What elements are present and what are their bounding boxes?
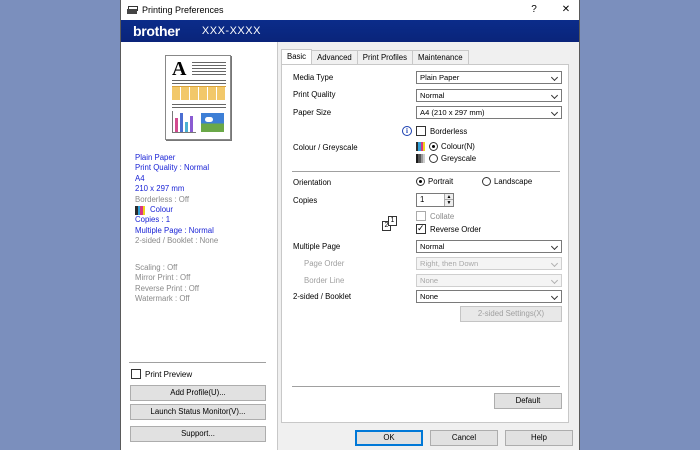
print-preview-label: Print Preview: [145, 369, 193, 379]
reverse-order-checkbox[interactable]: Reverse Order: [416, 223, 482, 234]
colour-option-icon: [416, 142, 425, 151]
landscape-radio[interactable]: Landscape: [482, 177, 532, 186]
reverse-order-box[interactable]: [416, 223, 426, 234]
landscape-label: Landscape: [494, 177, 533, 186]
launch-status-monitor-button[interactable]: Launch Status Monitor(V)...: [130, 404, 266, 420]
tab-strip: Basic Advanced Print Profiles Maintenanc…: [281, 49, 469, 64]
greyscale-radio[interactable]: Greyscale: [416, 154, 476, 163]
paper-size-select[interactable]: A4 (210 x 297 mm): [416, 106, 562, 119]
summary-twosided: 2-sided / Booklet : None: [135, 236, 219, 246]
window-title: Printing Preferences: [142, 5, 224, 15]
help-title-button[interactable]: ?: [519, 0, 549, 20]
close-button[interactable]: ✕: [551, 0, 581, 20]
add-profile-button[interactable]: Add Profile(U)...: [130, 385, 266, 401]
print-quality-label: Print Quality: [293, 90, 336, 99]
summary-mirror: Mirror Print : Off: [135, 273, 191, 283]
summary-dims: 210 x 297 mm: [135, 184, 185, 194]
twosided-label: 2-sided / Booklet: [293, 292, 352, 301]
preview-pane: A Plain Paper Print Quality : Normal A4: [121, 42, 278, 450]
printing-preferences-dialog: Printing Preferences ? ✕ brother XXX-XXX…: [120, 0, 580, 450]
preview-chart-icon: [172, 111, 196, 133]
section-divider: [292, 171, 560, 172]
portrait-radio-button[interactable]: [416, 177, 425, 186]
page-preview: A: [165, 55, 231, 140]
summary-multiple: Multiple Page : Normal: [135, 225, 214, 235]
summary-borderless: Borderless : Off: [135, 194, 190, 204]
printer-model: XXX-XXXX: [201, 25, 261, 37]
colour-icon: [135, 205, 145, 215]
collate-label: Collate: [430, 211, 455, 221]
reverse-order-icon: 21: [382, 216, 398, 232]
summary-colour: Colour: [150, 205, 173, 215]
help-button[interactable]: Help: [505, 430, 573, 446]
preview-table-icon: [172, 86, 226, 100]
colour-option-label: Colour(N): [441, 142, 475, 151]
borderless-label: Borderless: [430, 126, 468, 136]
summary-quality: Print Quality : Normal: [135, 163, 210, 173]
media-type-select[interactable]: Plain Paper: [416, 71, 562, 84]
summary-reverse: Reverse Print : Off: [135, 283, 199, 293]
borderless-checkbox[interactable]: Borderless: [416, 126, 467, 136]
collate-box[interactable]: [416, 211, 426, 221]
brand-logo: brother: [133, 23, 180, 39]
default-button[interactable]: Default: [494, 393, 562, 409]
tab-advanced[interactable]: Advanced: [311, 50, 358, 64]
twosided-settings-button[interactable]: 2-sided Settings(X): [460, 306, 562, 322]
portrait-label: Portrait: [428, 177, 454, 186]
landscape-radio-button[interactable]: [482, 177, 491, 186]
left-divider: [129, 362, 266, 363]
settings-summary: Plain Paper Print Quality : Normal A4 21…: [135, 153, 218, 247]
tab-print-profiles[interactable]: Print Profiles: [356, 50, 413, 64]
summary-watermark: Watermark : Off: [135, 294, 190, 304]
multiple-page-select[interactable]: Normal: [416, 240, 562, 253]
bottom-divider: [292, 386, 560, 387]
summary-size: A4: [135, 173, 145, 183]
border-line-select[interactable]: None: [416, 274, 562, 287]
title-bar: Printing Preferences ? ✕: [121, 0, 579, 20]
greyscale-option-icon: [416, 154, 425, 163]
media-type-label: Media Type: [293, 73, 334, 82]
greyscale-option-label: Greyscale: [441, 154, 477, 163]
copies-label: Copies: [293, 196, 318, 205]
colour-greyscale-label: Colour / Greyscale: [293, 143, 358, 152]
print-preview-box[interactable]: [131, 369, 141, 379]
colour-radio-button[interactable]: [429, 142, 438, 151]
portrait-radio[interactable]: Portrait: [416, 177, 453, 186]
twosided-select[interactable]: None: [416, 290, 562, 303]
basic-tab-panel: Media Type Plain Paper Print Quality Nor…: [281, 64, 569, 423]
print-quality-select[interactable]: Normal: [416, 89, 562, 102]
preview-photo-icon: [201, 113, 224, 132]
page-order-label: Page Order: [304, 259, 345, 268]
brand-banner: brother XXX-XXXX: [121, 20, 579, 42]
copies-value: 1: [420, 195, 425, 204]
info-icon[interactable]: i: [402, 126, 412, 136]
copies-down-arrow-icon[interactable]: ▼: [445, 200, 453, 206]
reverse-order-label: Reverse Order: [430, 224, 482, 234]
border-line-label: Border Line: [304, 276, 345, 285]
tab-basic[interactable]: Basic: [281, 49, 313, 64]
collate-checkbox[interactable]: Collate: [416, 211, 454, 221]
page-order-select[interactable]: Right, then Down: [416, 257, 562, 270]
printer-icon: [127, 6, 138, 14]
print-preview-checkbox[interactable]: Print Preview: [131, 369, 192, 379]
support-button[interactable]: Support...: [130, 426, 266, 442]
summary-colour-row: Colour: [135, 205, 218, 215]
multiple-page-label: Multiple Page: [293, 242, 341, 251]
borderless-box[interactable]: [416, 126, 426, 136]
greyscale-radio-button[interactable]: [429, 154, 438, 163]
summary-media: Plain Paper: [135, 153, 176, 162]
orientation-label: Orientation: [293, 178, 332, 187]
summary-copies: Copies : 1: [135, 215, 171, 225]
paper-size-label: Paper Size: [293, 108, 332, 117]
cancel-button[interactable]: Cancel: [430, 430, 498, 446]
ok-button[interactable]: OK: [355, 430, 423, 446]
tab-maintenance[interactable]: Maintenance: [411, 50, 469, 64]
advanced-summary: Scaling : Off Mirror Print : Off Reverse…: [135, 263, 199, 305]
summary-scaling: Scaling : Off: [135, 263, 178, 272]
colour-radio[interactable]: Colour(N): [416, 142, 475, 151]
preview-letter-icon: A: [172, 58, 187, 80]
copies-stepper[interactable]: 1 ▲ ▼: [416, 193, 454, 207]
